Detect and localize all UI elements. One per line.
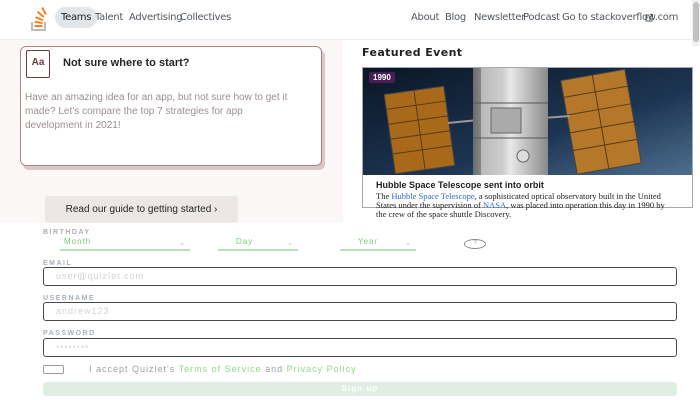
nav-podcast[interactable]: Podcast [523,12,560,23]
day-value: Day [236,237,254,246]
hubble-telescope-image[interactable] [363,68,692,175]
day-select[interactable]: Day ⌄ [218,237,298,251]
featured-event-heading: Featured Event [362,46,463,59]
external-link-icon [645,14,653,22]
nav-newsletter[interactable]: Newsletter [474,12,525,23]
privacy-policy-link[interactable]: Privacy Policy [287,364,357,374]
chevron-down-icon: ⌄ [287,240,294,247]
nav-collectives[interactable]: Collectives [180,12,231,23]
year-select[interactable]: Year ⌄ [340,237,416,251]
card-description: Have an amazing idea for an app, but not… [25,92,288,131]
year-value: Year [358,237,379,246]
birthday-label: BIRTHDAY [43,229,91,236]
hubble-illustration [363,68,692,175]
password-field[interactable]: •••••••• [43,338,677,357]
terms-text: I accept Quizlet's Terms of Service and … [89,364,357,374]
terms-of-service-link[interactable]: Terms of Service [179,364,262,374]
nav-blog[interactable]: Blog [445,12,466,23]
stackoverflow-logo-icon[interactable] [30,6,48,32]
nav-about[interactable]: About [411,12,439,23]
event-description: The Hubble Space Telescope, a sophistica… [376,192,676,219]
month-select[interactable]: Month ⌄ [60,237,190,251]
nav-teams[interactable]: Teams [55,7,98,28]
card-title: Not sure where to start? [63,57,190,69]
username-field[interactable]: andrew123 [43,302,677,321]
email-label: EMAIL [43,260,73,267]
top-navigation: Teams Talent Advertising Collectives Abo… [0,0,700,40]
terms-checkbox[interactable] [43,365,64,374]
month-value: Month [64,237,92,246]
scrollbar-thumb[interactable] [693,2,699,42]
read-guide-button[interactable]: Read our guide to getting started › [45,196,238,223]
terms-and: and [261,364,287,374]
year-badge: 1990 [369,72,395,83]
username-label: USERNAME [43,295,96,302]
typography-icon: Aa [26,50,50,78]
chevron-down-icon: ⌄ [179,240,186,247]
event-title[interactable]: Hubble Space Telescope sent into orbit [376,180,544,190]
signup-button[interactable]: Sign up [43,382,677,396]
page-scrollbar[interactable] [692,0,700,46]
nav-talent[interactable]: Talent [95,12,123,23]
nav-advertising[interactable]: Advertising [129,12,183,23]
email-field[interactable]: user@quizlet.com [43,267,677,286]
chevron-down-icon: ⌄ [405,240,412,247]
nav-go-to-stackoverflow[interactable]: Go to stackoverflow.com [562,12,678,23]
help-icon[interactable]: ? [464,239,486,249]
password-label: PASSWORD [43,330,96,337]
terms-prefix: I accept Quizlet's [89,364,179,374]
